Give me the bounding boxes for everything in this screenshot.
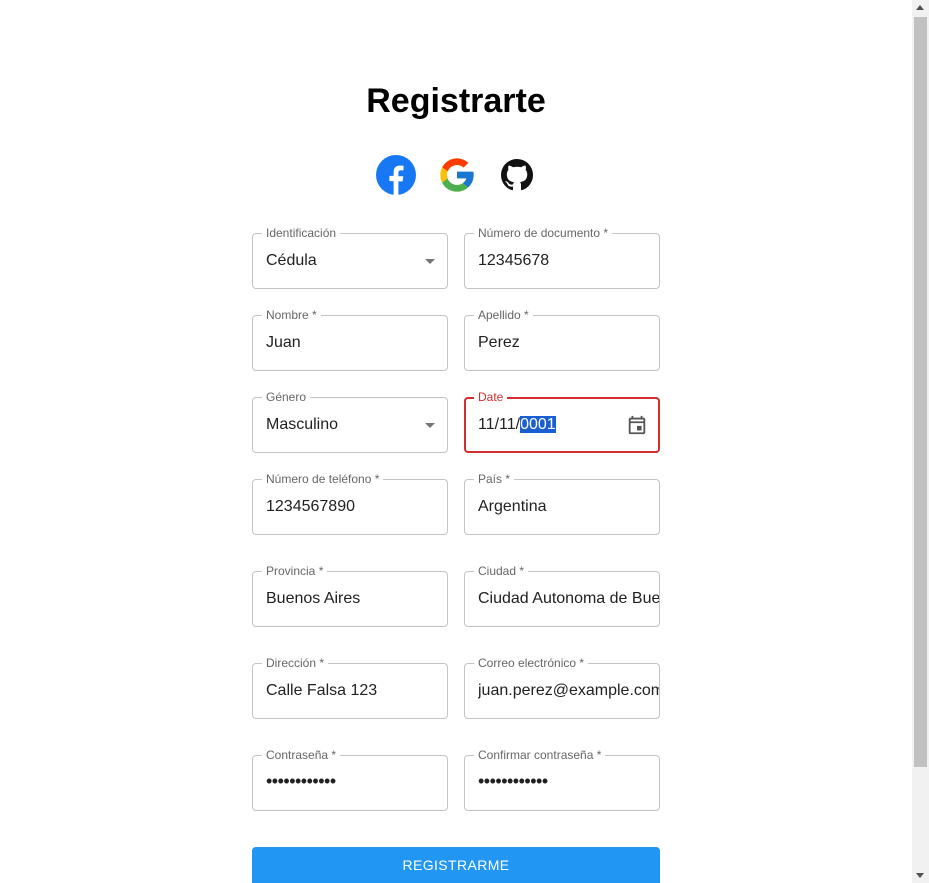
identificacion-value: Cédula (266, 252, 317, 269)
scroll-down-arrow-icon[interactable] (916, 873, 924, 878)
provincia-value: Buenos Aires (266, 590, 361, 607)
identificacion-select[interactable]: Identificación Cédula (252, 226, 448, 289)
telefono-field[interactable]: Número de teléfono * 1234567890 (252, 472, 448, 535)
contrasena-field[interactable]: Contraseña * •••••••••••• (252, 748, 448, 811)
registrarme-button[interactable]: REGISTRARME (252, 847, 660, 883)
pais-value: Argentina (478, 498, 547, 515)
facebook-icon[interactable] (376, 155, 416, 195)
direccion-label: Dirección * (262, 656, 329, 670)
date-field[interactable]: Date 11/11/0001 (464, 390, 660, 453)
provincia-label: Provincia * (262, 564, 328, 578)
dropdown-arrow-icon[interactable] (425, 423, 435, 428)
genero-value: Masculino (266, 416, 339, 433)
scroll-up-arrow-icon[interactable] (916, 5, 924, 10)
numero-documento-field[interactable]: Número de documento * 12345678 (464, 226, 660, 289)
github-icon[interactable] (497, 155, 537, 195)
pais-field[interactable]: País * Argentina (464, 472, 660, 535)
numero-documento-value: 12345678 (478, 252, 550, 269)
pais-label: País * (474, 472, 515, 486)
date-label: Date (474, 390, 508, 404)
ciudad-label: Ciudad * (474, 564, 529, 578)
confirmar-contrasena-value: •••••••••••• (478, 771, 548, 791)
nombre-field[interactable]: Nombre * Juan (252, 308, 448, 371)
social-login-row (376, 155, 536, 195)
ciudad-field[interactable]: Ciudad * Ciudad Autonoma de Buenos Aires (464, 564, 660, 627)
genero-label: Género (262, 390, 311, 404)
confirmar-contrasena-label: Confirmar contraseña * (474, 748, 606, 762)
numero-documento-label: Número de documento * (474, 226, 613, 240)
contrasena-value: •••••••••••• (266, 771, 336, 791)
apellido-value: Perez (478, 334, 520, 351)
calendar-icon[interactable] (626, 413, 648, 437)
genero-select[interactable]: Género Masculino (252, 390, 448, 453)
page-title: Registrarte (366, 82, 546, 120)
nombre-value: Juan (266, 334, 301, 351)
date-value-selected-year: 0001 (520, 416, 556, 433)
ciudad-value: Ciudad Autonoma de Buenos Aires (478, 590, 659, 607)
scrollbar-thumb[interactable] (914, 17, 927, 767)
identificacion-label: Identificación (262, 226, 341, 240)
telefono-value: 1234567890 (266, 498, 355, 515)
correo-label: Correo electrónico * (474, 656, 589, 670)
apellido-label: Apellido * (474, 308, 533, 322)
direccion-field[interactable]: Dirección * Calle Falsa 123 (252, 656, 448, 719)
contrasena-label: Contraseña * (262, 748, 341, 762)
direccion-value: Calle Falsa 123 (266, 682, 378, 699)
provincia-field[interactable]: Provincia * Buenos Aires (252, 564, 448, 627)
confirmar-contrasena-field[interactable]: Confirmar contraseña * •••••••••••• (464, 748, 660, 811)
vertical-scrollbar[interactable] (912, 0, 929, 883)
dropdown-arrow-icon[interactable] (425, 259, 435, 264)
register-page: Registrarte Identificación Cédula Número… (0, 0, 929, 883)
nombre-label: Nombre * (262, 308, 321, 322)
telefono-label: Número de teléfono * (262, 472, 384, 486)
correo-field[interactable]: Correo electrónico * juan.perez@example.… (464, 656, 660, 719)
apellido-field[interactable]: Apellido * Perez (464, 308, 660, 371)
date-value-prefix: 11/11/ (478, 416, 521, 433)
correo-value: juan.perez@example.com (478, 682, 659, 699)
google-icon[interactable] (437, 155, 477, 195)
